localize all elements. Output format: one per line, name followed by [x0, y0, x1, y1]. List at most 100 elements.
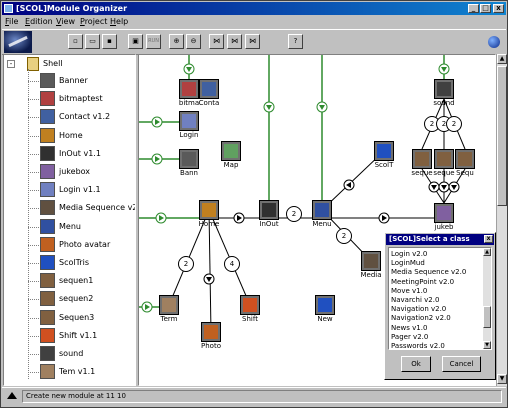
open-icon[interactable]: ▭ [85, 34, 100, 49]
tree-connector [28, 172, 39, 173]
module-node[interactable] [315, 295, 335, 315]
dialog-close-button[interactable]: x [484, 235, 493, 243]
module-node[interactable] [455, 149, 475, 169]
tree-connector [28, 153, 39, 155]
cancel-button[interactable]: Cancel [442, 356, 481, 372]
menu-file[interactable]: File [5, 16, 18, 28]
app-window: [SCOL]Module Organizer _ □ x File Editio… [0, 0, 508, 408]
tree-item[interactable]: Photo avatar [28, 236, 134, 254]
globe-icon[interactable] [488, 36, 500, 48]
tree-item-label: sequen1 [59, 276, 94, 286]
module-label: Photo [201, 342, 221, 350]
link-center-icon[interactable]: ⋈ [227, 34, 242, 49]
module-node[interactable] [159, 295, 179, 315]
tree-item[interactable]: Media Sequence v2.0 [28, 199, 135, 217]
run-icon[interactable]: RUN [146, 34, 161, 49]
status-arrow-icon [7, 392, 17, 399]
zoom-out-icon[interactable]: ⊖ [186, 34, 201, 49]
link-counter: 2 [446, 116, 462, 132]
list-scroll-up-icon[interactable]: ▲ [483, 248, 491, 256]
module-node[interactable] [179, 111, 199, 131]
module-node[interactable] [240, 295, 260, 315]
module-icon[interactable]: ▣ [128, 34, 143, 49]
menu-project-label: roject [84, 17, 108, 26]
class-list[interactable]: ▲ ▼ Login v2.0 LoginMud Media Sequence v2.… [388, 247, 492, 350]
menu-view[interactable]: View [56, 16, 75, 28]
menu-edition[interactable]: Edition [25, 16, 53, 28]
tree-root-label: Shell [43, 59, 63, 68]
tree-expander-icon[interactable]: - [7, 60, 15, 68]
link-right-icon[interactable]: ⋈ [245, 34, 260, 49]
new-icon[interactable]: ▫ [68, 34, 83, 49]
canvas-vertical-scrollbar[interactable]: ▲ ▼ [496, 54, 507, 386]
menu-help[interactable]: Help [110, 16, 128, 28]
tree-connector [28, 299, 39, 301]
tree-item[interactable]: sound [28, 345, 134, 363]
menu-edition-label: dition [30, 17, 53, 26]
ok-button[interactable]: Ok [401, 356, 431, 372]
module-label: Login [179, 131, 199, 139]
tree-item[interactable]: Home [28, 127, 134, 145]
menu-project[interactable]: Project [80, 16, 107, 28]
module-class-icon [40, 200, 55, 216]
tree-item-label: Banner [59, 76, 88, 85]
tree-item[interactable]: Sequen3 [28, 309, 134, 327]
module-node[interactable] [259, 200, 279, 220]
help-icon[interactable]: ? [288, 34, 303, 49]
module-node[interactable] [434, 149, 454, 169]
minimize-button[interactable]: _ [468, 4, 479, 13]
tree-connector [28, 208, 39, 210]
tree-item[interactable]: Shift v1.1 [28, 327, 134, 345]
menu-file-label: ile [9, 17, 19, 26]
list-scroll-down-icon[interactable]: ▼ [483, 341, 491, 349]
class-option[interactable]: Passwords v2.0 [391, 341, 445, 349]
module-icon [204, 325, 218, 339]
list-scroll-thumb[interactable] [483, 306, 491, 328]
scroll-up-icon[interactable]: ▲ [497, 54, 507, 64]
class-list-scrollbar[interactable]: ▲ ▼ [483, 248, 491, 349]
tree-item[interactable]: ScolTris [28, 254, 134, 272]
module-node[interactable] [312, 200, 332, 220]
dialog-title: [SCOL]Select a class [389, 235, 470, 243]
tree-item[interactable]: bitmaptest [28, 90, 134, 108]
module-node[interactable] [412, 149, 432, 169]
module-icon [182, 82, 196, 96]
close-button[interactable]: x [493, 4, 504, 13]
tree-item-label: sequen2 [59, 294, 94, 304]
module-node[interactable] [179, 149, 199, 169]
module-node[interactable] [201, 322, 221, 342]
module-icon [437, 82, 451, 96]
menu-view-label: iew [61, 17, 75, 26]
tree-item[interactable]: jukebox [28, 163, 134, 181]
module-node[interactable] [199, 79, 219, 99]
module-node[interactable] [374, 141, 394, 161]
scol-logo [4, 31, 32, 53]
module-node[interactable] [434, 79, 454, 99]
module-tree[interactable]: - Shell Banner bitmaptest Contact v1.2 Home… [3, 54, 136, 386]
tree-connector [28, 81, 39, 82]
module-node[interactable] [361, 251, 381, 271]
tree-item[interactable]: Tem v1.1 [28, 363, 134, 381]
module-node[interactable] [221, 141, 241, 161]
tree-item[interactable]: Login v1.1 [28, 181, 134, 199]
zoom-in-icon[interactable]: ⊕ [169, 34, 184, 49]
module-node[interactable] [199, 200, 219, 220]
tree-item[interactable]: InOut v1.1 [28, 145, 134, 163]
module-node[interactable] [179, 79, 199, 99]
tree-item[interactable]: sequen1 [28, 272, 134, 290]
module-class-icon [40, 291, 55, 307]
save-icon[interactable]: ▪ [102, 34, 117, 49]
maximize-button[interactable]: □ [480, 4, 491, 13]
tree-item[interactable]: Menu [28, 218, 134, 236]
link-left-icon[interactable]: ⋈ [209, 34, 224, 49]
scroll-down-icon[interactable]: ▼ [497, 374, 507, 384]
tree-item[interactable]: Contact v1.2 [28, 108, 134, 126]
scroll-thumb[interactable] [497, 66, 507, 206]
tree-item-label: Shift v1.1 [59, 330, 98, 340]
tree-item[interactable]: sequen2 [28, 290, 134, 308]
module-label: Shift [242, 315, 258, 323]
module-icon [243, 298, 257, 312]
link-counter: 4 [224, 256, 240, 272]
tree-item[interactable]: Banner [28, 72, 134, 90]
module-node[interactable] [434, 203, 454, 223]
